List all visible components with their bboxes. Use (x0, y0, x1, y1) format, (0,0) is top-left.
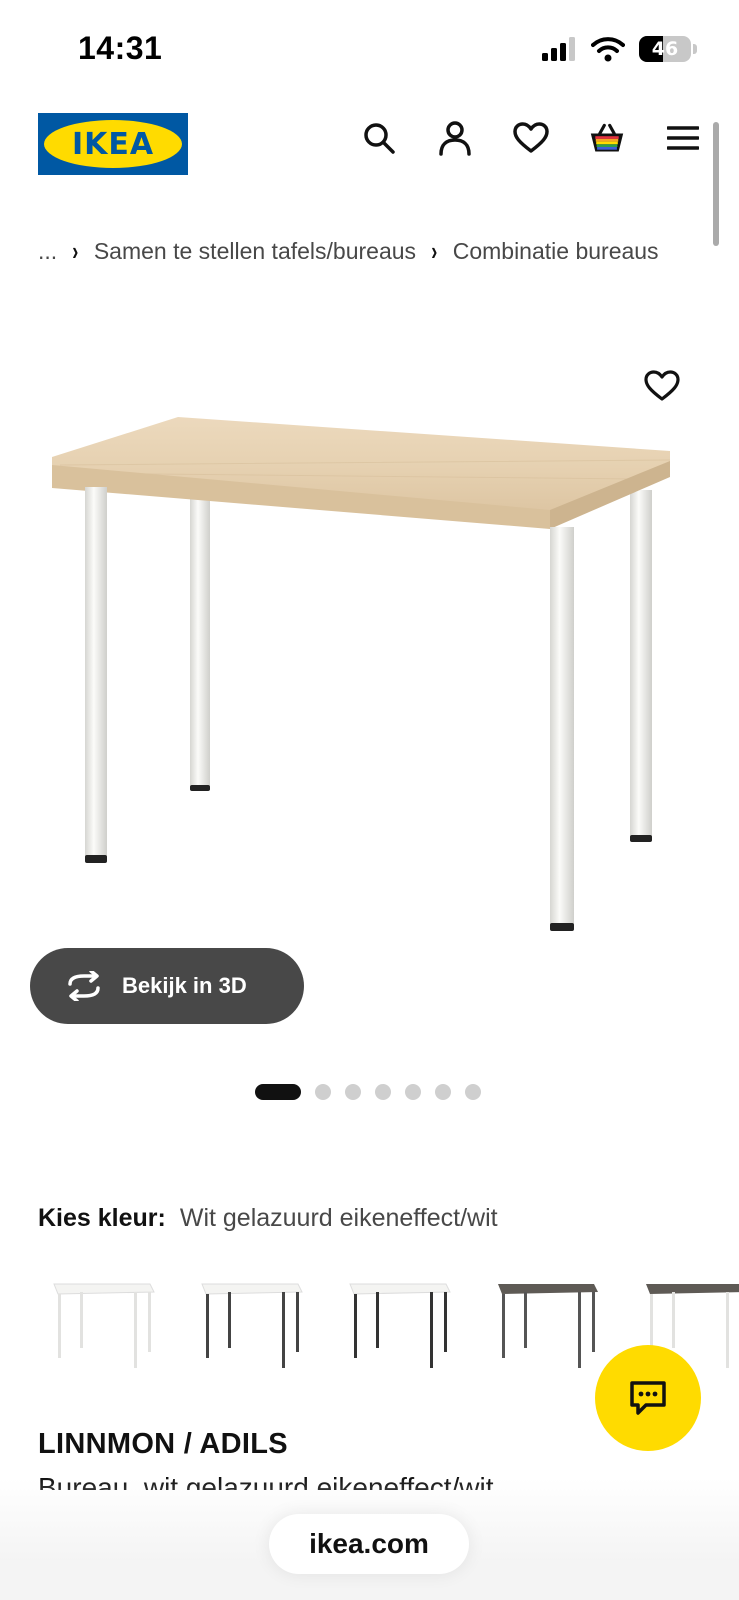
site-header: IKEA (0, 110, 739, 176)
swatch-white-dark-2[interactable] (346, 1280, 452, 1370)
page-scrollbar[interactable] (713, 122, 719, 246)
battery-level: 46 (651, 38, 679, 60)
rotate-3d-icon (68, 971, 100, 1001)
header-actions (361, 120, 701, 156)
logo-text: IKEA (71, 126, 155, 162)
search-button[interactable] (361, 120, 397, 156)
breadcrumb-item[interactable]: Combinatie bureaus (453, 238, 659, 265)
product-image[interactable] (40, 405, 700, 965)
battery-cap (693, 44, 697, 54)
ikea-logo[interactable]: IKEA (38, 113, 188, 175)
chat-icon (630, 1381, 666, 1415)
view-in-3d-button[interactable]: Bekijk in 3D (30, 948, 304, 1024)
add-to-favourites-button[interactable] (644, 370, 684, 410)
color-selector: Kies kleur: Wit gelazuurd eikeneffect/wi… (38, 1204, 498, 1233)
basket-button[interactable] (589, 120, 625, 156)
color-selected-value: Wit gelazuurd eikeneffect/wit (179, 1204, 498, 1232)
heart-icon (513, 122, 549, 153)
view-in-3d-label: Bekijk in 3D (122, 973, 247, 998)
carousel-dot[interactable] (405, 1084, 421, 1100)
carousel-dot[interactable] (435, 1084, 451, 1100)
color-heading: Kies kleur: (38, 1204, 166, 1232)
url-bar[interactable]: ikea.com (269, 1514, 469, 1574)
breadcrumb-item[interactable]: Samen te stellen tafels/bureaus (94, 238, 416, 265)
desk-illustration (52, 417, 671, 931)
breadcrumb: ... › Samen te stellen tafels/bureaus › … (38, 236, 659, 267)
swatch-white-white[interactable] (50, 1280, 156, 1370)
status-time: 14:31 (78, 30, 163, 66)
product-name: LINNMON / ADILS (38, 1428, 288, 1460)
swatch-dark-dark[interactable] (494, 1280, 600, 1370)
carousel-pagination (255, 1084, 481, 1100)
menu-button[interactable] (665, 120, 701, 156)
swatch-white-dark[interactable] (198, 1280, 304, 1370)
carousel-dot[interactable] (345, 1084, 361, 1100)
menu-icon (667, 126, 699, 150)
account-button[interactable] (437, 120, 473, 156)
carousel-dot-active[interactable] (255, 1084, 301, 1100)
carousel-dot[interactable] (465, 1084, 481, 1100)
heart-icon (644, 370, 680, 401)
chevron-right-icon: › (431, 236, 438, 266)
battery-icon: 46 (639, 36, 691, 62)
search-icon (364, 123, 395, 154)
basket-icon (590, 123, 624, 152)
cellular-signal-icon (542, 37, 575, 61)
wifi-icon (591, 37, 625, 62)
carousel-dot[interactable] (375, 1084, 391, 1100)
status-bar: 14:31 46 (0, 0, 739, 100)
carousel-dot[interactable] (315, 1084, 331, 1100)
chevron-right-icon: › (72, 236, 79, 266)
chat-button[interactable] (595, 1345, 701, 1451)
favourites-button[interactable] (513, 120, 549, 156)
account-icon (439, 121, 471, 156)
logo-oval: IKEA (44, 120, 182, 168)
status-icons: 46 (541, 36, 697, 62)
breadcrumb-ellipsis[interactable]: ... (38, 238, 57, 265)
